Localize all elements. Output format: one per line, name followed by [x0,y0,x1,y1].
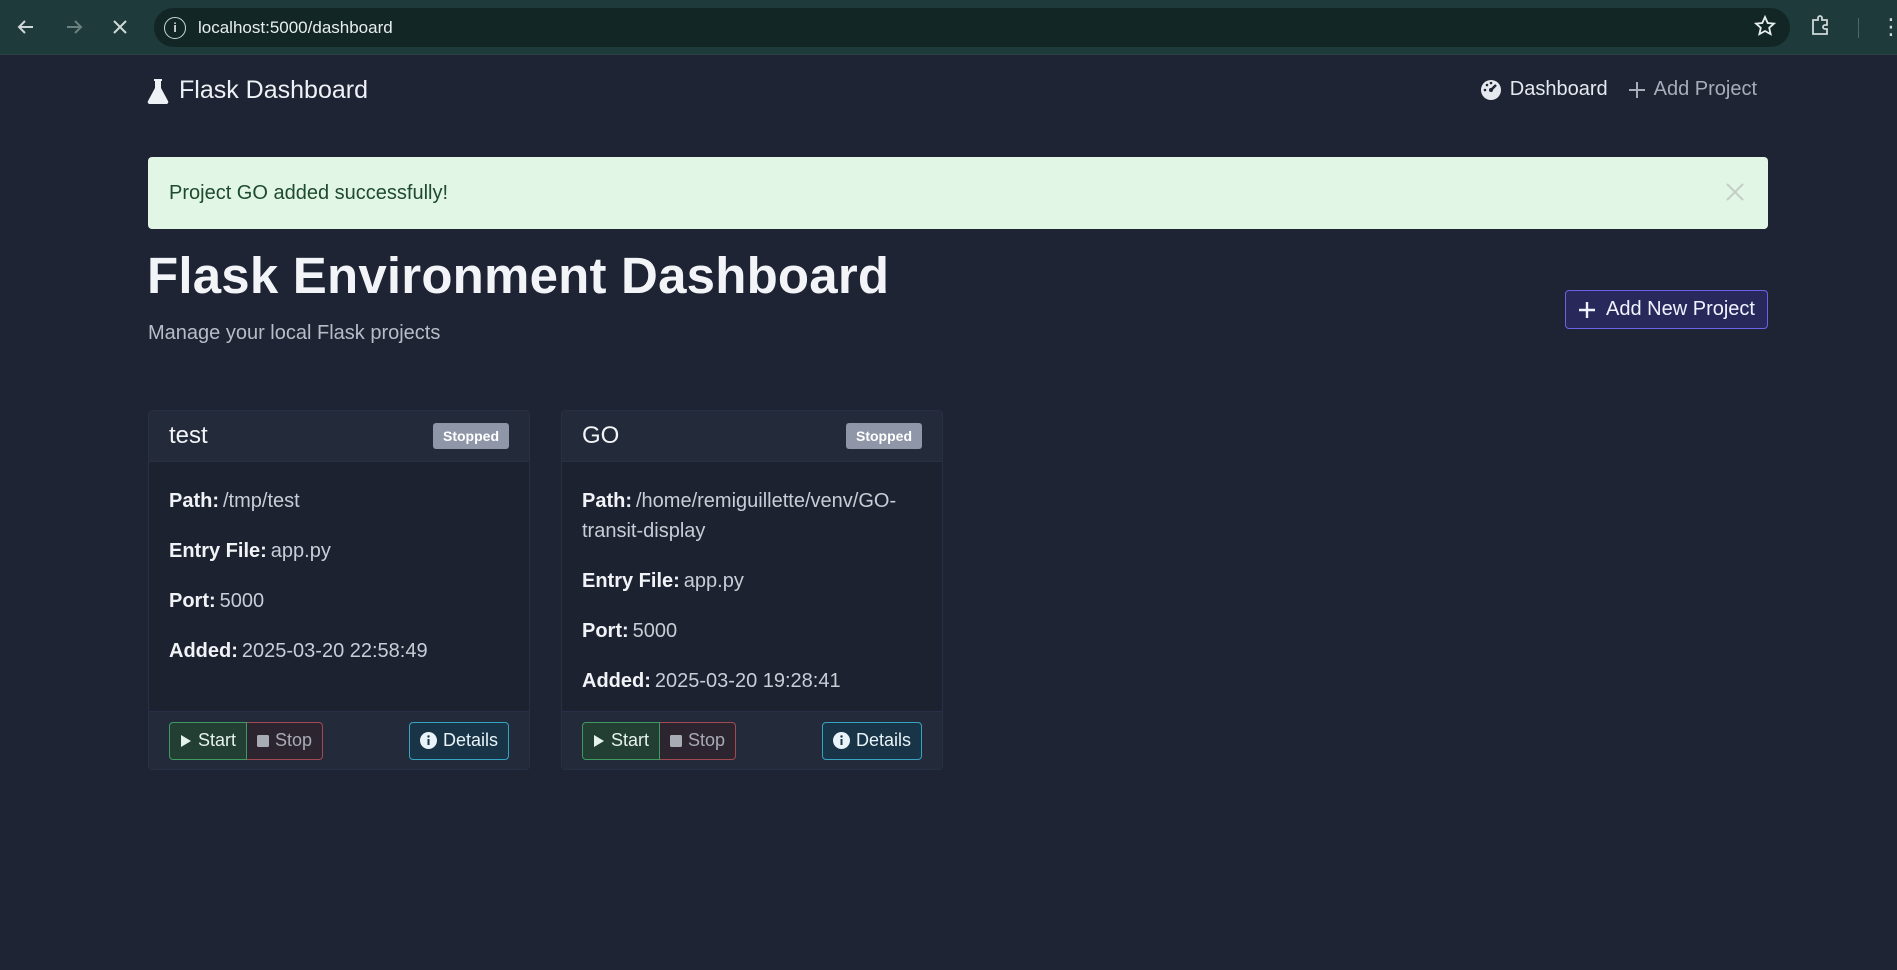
field-entry-file: Entry File: app.py [169,536,509,566]
start-stop-group: Start Stop [582,721,737,760]
bookmark-star-icon[interactable] [1753,14,1777,43]
arrow-right-icon [67,20,83,34]
plus-icon [1579,301,1596,318]
nav-link-dashboard[interactable]: Dashboard [1480,78,1608,101]
card-header: GO Stopped [562,411,942,462]
info-circle-icon [832,732,850,749]
nav-link-add-project-label: Add Project [1653,78,1757,100]
field-port: Port: 5000 [582,616,922,646]
success-alert: Project GO added successfully! [148,157,1768,229]
field-value: 5000 [632,620,678,642]
field-value: app.py [683,570,744,592]
details-button[interactable]: Details [821,721,922,760]
field-value: 2025-03-20 19:28:41 [654,670,841,692]
back-button[interactable] [11,12,41,42]
tachometer-icon [1480,79,1501,100]
arrow-left-icon [17,20,33,34]
navbar-links: Dashboard Add Project [1480,78,1757,101]
play-icon [181,734,191,747]
address-bar[interactable]: i localhost:5000/dashboard [154,8,1790,47]
field-value: app.py [270,540,331,562]
field-label: Port: [582,620,629,642]
play-icon [594,734,604,747]
card-footer: Start Stop Details [149,711,529,769]
details-label: Details [855,730,911,750]
field-added: Added: 2025-03-20 22:58:49 [169,636,509,666]
project-card: GO Stopped Path:/home/remiguillette/venv… [561,410,943,770]
stop-icon [670,734,683,747]
project-name: test [169,422,208,449]
status-badge: Stopped [846,423,922,449]
forward-button[interactable] [59,12,89,42]
field-port: Port: 5000 [169,586,509,616]
field-label: Entry File: [169,540,267,562]
field-label: Added: [169,640,238,662]
field-label: Path: [582,490,632,512]
field-label: Path: [169,490,219,512]
nav-link-dashboard-label: Dashboard [1509,78,1608,100]
project-card: test Stopped Path:/tmp/test Entry File: a… [148,410,530,770]
stop-label: Stop [688,730,726,750]
field-label: Entry File: [582,570,680,592]
start-label: Start [198,730,237,750]
field-added: Added: 2025-03-20 19:28:41 [582,666,922,696]
page-title: Flask Environment Dashboard [147,247,890,304]
info-circle-icon [419,732,437,749]
stop-button[interactable]: Stop [660,721,737,760]
field-label: Added: [582,670,651,692]
card-footer: Start Stop Details [562,711,942,769]
status-badge: Stopped [433,423,509,449]
details-button[interactable]: Details [408,721,509,760]
toolbar-divider [1858,18,1859,38]
card-body: Path:/tmp/test Entry File: app.py Port: 50… [149,462,529,666]
extensions-button[interactable] [1808,12,1838,42]
flask-icon [147,78,169,104]
field-value: /tmp/test [223,490,300,512]
plus-icon [1628,81,1645,98]
stop-label: Stop [275,730,313,750]
url-text[interactable]: localhost:5000/dashboard [198,18,393,38]
add-new-project-label: Add New Project [1606,298,1755,320]
field-value: 2025-03-20 22:58:49 [241,640,428,662]
start-button[interactable]: Start [169,721,248,760]
start-stop-group: Start Stop [169,721,324,760]
start-button[interactable]: Start [582,721,661,760]
start-label: Start [611,730,650,750]
field-path: Path:/home/remiguillette/venv/GO-transit… [582,486,922,546]
stop-loading-button[interactable] [105,12,135,42]
add-new-project-button[interactable]: Add New Project [1565,290,1768,329]
site-info-icon[interactable]: i [164,16,186,39]
alert-close-icon[interactable] [1724,181,1748,205]
project-name: GO [582,422,620,449]
browser-toolbar: i localhost:5000/dashboard ⋮ [0,0,1897,55]
card-body: Path:/home/remiguillette/venv/GO-transit… [562,462,942,696]
card-header: test Stopped [149,411,529,462]
details-label: Details [442,730,498,750]
alert-message: Project GO added successfully! [169,181,449,204]
page-subtitle: Manage your local Flask projects [148,322,441,344]
field-value: 5000 [219,590,265,612]
puzzle-icon [1812,15,1828,35]
field-entry-file: Entry File: app.py [582,566,922,596]
nav-link-add-project[interactable]: Add Project [1628,78,1757,101]
brand-label: Flask Dashboard [179,76,368,104]
browser-menu-icon[interactable]: ⋮ [1880,12,1897,42]
stop-icon [257,734,270,747]
field-path: Path:/tmp/test [169,486,509,516]
navbar-brand[interactable]: Flask Dashboard [147,76,368,105]
stop-button[interactable]: Stop [247,721,324,760]
field-label: Port: [169,590,216,612]
close-icon [113,20,127,34]
